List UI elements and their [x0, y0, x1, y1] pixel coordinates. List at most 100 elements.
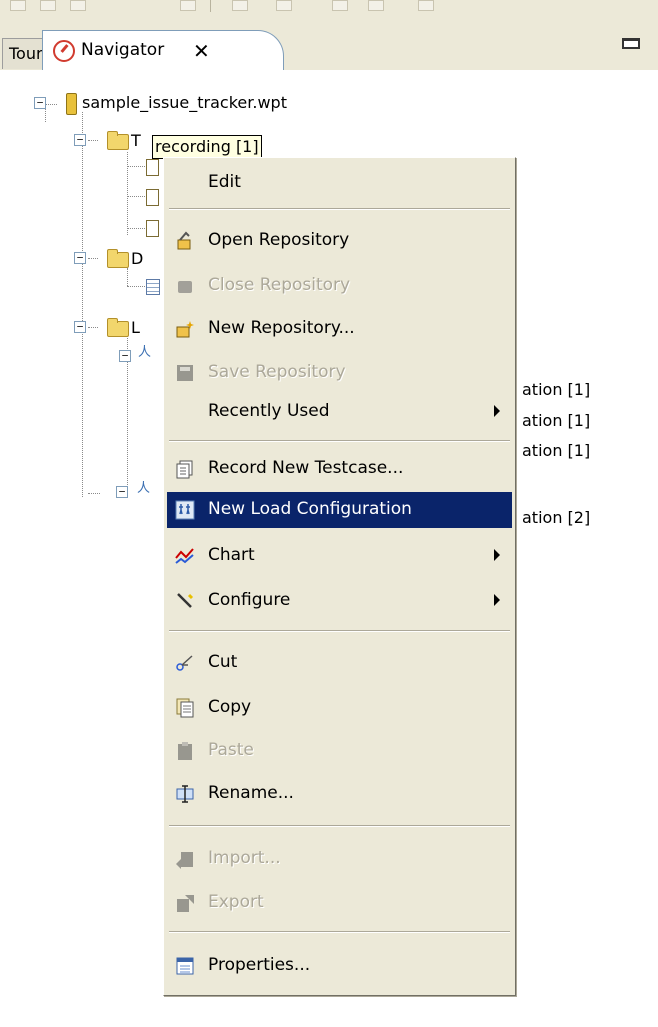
menu-item-paste[interactable]: Paste: [167, 733, 512, 769]
tree-line: [88, 258, 98, 259]
tree-item-folder[interactable]: T: [131, 131, 141, 150]
tree-item-folder-label: L: [131, 318, 140, 337]
tree-item-folder-label: D: [131, 249, 144, 268]
menu-item-new-repository[interactable]: New Repository...: [167, 311, 512, 347]
export-icon: [174, 892, 196, 914]
menu-item-import[interactable]: Import...: [167, 841, 512, 877]
toolbar-button[interactable]: [418, 0, 434, 11]
menu-separator: [169, 440, 510, 442]
submenu-arrow-icon: [494, 594, 500, 606]
collapse-toggle[interactable]: −: [74, 134, 86, 146]
load-profile-icon: 人: [137, 481, 151, 496]
tree-line: [127, 196, 145, 197]
menu-item-close-repository[interactable]: Close Repository: [167, 268, 512, 304]
menu-item-label: Edit: [208, 172, 241, 192]
chart-icon: [174, 545, 196, 567]
menu-item-edit[interactable]: Edit: [167, 165, 512, 201]
menu-item-new-load-configuration[interactable]: New Load Configuration: [167, 492, 512, 528]
tree-item-root-label: sample_issue_tracker.wpt: [82, 93, 287, 112]
tree-item-partial[interactable]: ation [2]: [522, 508, 590, 527]
menu-item-label: Cut: [208, 652, 238, 672]
testcase-icon: [146, 189, 159, 206]
menu-item-open-repository[interactable]: Open Repository: [167, 223, 512, 259]
scissors-icon: [174, 652, 196, 674]
paste-icon: [174, 740, 196, 762]
toolbar-button[interactable]: [276, 0, 292, 11]
menu-item-label: Properties...: [208, 955, 311, 975]
menu-item-save-repository[interactable]: Save Repository: [167, 355, 512, 391]
menu-item-cut[interactable]: Cut: [167, 645, 512, 681]
toolbar-button[interactable]: [40, 0, 56, 11]
repository-icon: [66, 93, 77, 115]
menu-item-properties[interactable]: Properties...: [167, 948, 512, 984]
testcase-icon: [146, 159, 159, 176]
properties-icon: [174, 955, 196, 977]
menu-item-rename[interactable]: Rename...: [167, 776, 512, 812]
collapse-toggle[interactable]: −: [119, 350, 131, 362]
submenu-arrow-icon: [494, 549, 500, 561]
menu-item-configure[interactable]: Configure: [167, 583, 512, 619]
menu-item-chart[interactable]: Chart: [167, 538, 512, 574]
menu-item-label: Import...: [208, 848, 281, 868]
collapse-toggle[interactable]: −: [116, 486, 128, 498]
toolbar-button[interactable]: [332, 0, 348, 11]
save-repository-icon: [174, 362, 196, 384]
tree-item-folder[interactable]: D: [131, 249, 143, 268]
minimize-button[interactable]: [622, 38, 640, 49]
tree-line: [88, 493, 100, 494]
toolbar-button[interactable]: [232, 0, 248, 11]
menu-item-export[interactable]: Export: [167, 885, 512, 921]
tree-line: [127, 152, 128, 235]
tooltip-text: recording [1]: [155, 137, 259, 156]
menu-item-label: Chart: [208, 545, 255, 565]
tab-navigator[interactable]: Navigator ✕: [42, 30, 284, 71]
view-tab-bar: Tour Navigator ✕: [0, 14, 658, 71]
toolbar-button[interactable]: [70, 0, 86, 11]
folder-icon: [107, 318, 129, 337]
menu-item-label: Recently Used: [208, 401, 330, 421]
tree-line: [45, 104, 57, 105]
collapse-toggle[interactable]: −: [34, 97, 46, 109]
tree-item-partial-label: ation [1]: [522, 441, 591, 460]
toolbar-button[interactable]: [180, 0, 196, 11]
open-repository-icon: [174, 230, 196, 252]
toolbar-button[interactable]: [368, 0, 384, 11]
tree-item-folder-label: T: [131, 131, 141, 150]
menu-item-label: Rename...: [208, 783, 294, 803]
tree-item-partial[interactable]: ation [1]: [522, 411, 590, 430]
context-menu: Edit Open Repository Close Repository Ne…: [163, 157, 516, 996]
tree-line: [127, 228, 145, 229]
tab-tour-label: Tour: [9, 44, 43, 63]
menu-item-copy[interactable]: Copy: [167, 690, 512, 726]
toolbar: [0, 0, 658, 14]
tree-line: [88, 327, 98, 328]
menu-item-label: Open Repository: [208, 230, 350, 250]
tree-item-partial[interactable]: ation [1]: [522, 380, 590, 399]
tree-item-partial-label: ation [1]: [522, 411, 591, 430]
tree-line: [127, 166, 145, 167]
toolbar-button[interactable]: [10, 0, 26, 11]
collapse-toggle[interactable]: −: [74, 252, 86, 264]
tree-item-root[interactable]: sample_issue_tracker.wpt: [82, 93, 287, 112]
tree-line: [82, 112, 83, 497]
import-icon: [174, 848, 196, 870]
menu-item-label: Record New Testcase...: [208, 458, 404, 478]
table-icon: [146, 279, 160, 295]
folder-icon: [107, 249, 129, 268]
tooltip: recording [1]: [152, 135, 262, 159]
menu-item-label: Export: [208, 892, 264, 912]
collapse-toggle[interactable]: −: [74, 321, 86, 333]
menu-item-label: Save Repository: [208, 362, 346, 382]
tree-item-partial[interactable]: ation [1]: [522, 441, 590, 460]
menu-item-label: New Load Configuration: [208, 499, 412, 519]
menu-separator: [169, 825, 510, 827]
menu-item-record-new-testcase[interactable]: Record New Testcase...: [167, 451, 512, 487]
record-testcase-icon: [174, 458, 196, 480]
close-icon[interactable]: ✕: [193, 39, 210, 63]
tree-line: [88, 140, 98, 141]
testcase-icon: [146, 220, 159, 237]
tree-item-folder[interactable]: L: [131, 318, 140, 337]
menu-item-recently-used[interactable]: Recently Used: [167, 394, 512, 430]
toolbar-separator: [210, 0, 211, 12]
menu-separator: [169, 931, 510, 933]
